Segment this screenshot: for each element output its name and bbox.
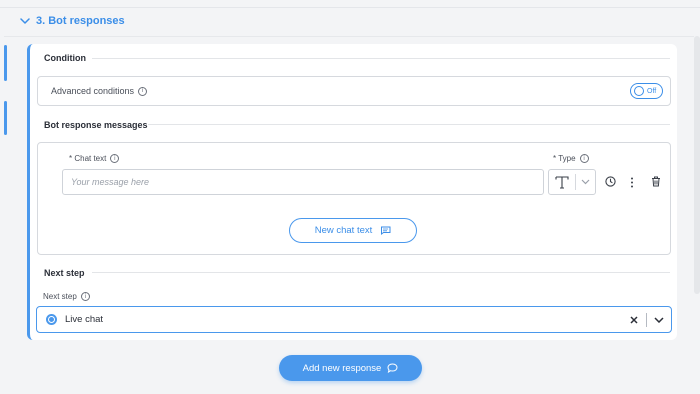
condition-heading: Condition	[44, 53, 86, 63]
info-icon[interactable]: i	[579, 154, 589, 163]
more-options-icon[interactable]	[630, 177, 634, 188]
clock-icon[interactable]	[605, 176, 616, 187]
chevron-down-icon	[576, 179, 595, 185]
info-icon[interactable]: i	[80, 292, 90, 301]
nav-indicator	[4, 45, 7, 81]
chat-text-input[interactable]	[62, 169, 544, 195]
new-chat-text-button[interactable]: New chat text	[289, 218, 417, 243]
advanced-conditions-toggle[interactable]: Off	[630, 83, 663, 99]
text-type-icon	[549, 175, 575, 189]
add-new-response-button[interactable]: Add new response	[279, 355, 422, 381]
chevron-down-icon	[20, 18, 30, 24]
toggle-knob	[634, 86, 644, 96]
bot-response-card: Condition Advanced conditions i Off Bot …	[27, 44, 677, 340]
clear-icon[interactable]	[626, 315, 642, 324]
scrollbar[interactable]	[694, 36, 700, 294]
section-toggle-bot-responses[interactable]: 3. Bot responses	[20, 13, 125, 29]
chat-bubble-icon	[387, 363, 398, 373]
divider	[92, 58, 670, 59]
message-type-select[interactable]	[548, 169, 596, 195]
nav-indicator	[4, 101, 7, 135]
header-divider	[4, 36, 694, 37]
next-step-label: Next step i	[43, 292, 90, 301]
chat-text-label: * Chat text i	[69, 154, 120, 163]
info-icon[interactable]: i	[138, 86, 148, 96]
next-step-select[interactable]: Live chat	[36, 306, 672, 333]
advanced-conditions-label: Advanced conditions i	[51, 86, 148, 96]
chevron-down-icon[interactable]	[651, 316, 667, 323]
trash-icon[interactable]	[651, 176, 661, 187]
chat-bubble-icon	[381, 226, 391, 235]
next-step-heading: Next step	[44, 268, 85, 278]
advanced-conditions-row: Advanced conditions i Off	[37, 76, 671, 106]
top-divider	[0, 7, 700, 8]
section-title: 3. Bot responses	[36, 15, 125, 27]
chat-message-box: * Chat text i * Type i Your message here…	[37, 142, 671, 255]
toggle-label: Off	[647, 87, 657, 95]
divider	[148, 124, 670, 125]
live-chat-icon	[46, 314, 57, 325]
next-step-value: Live chat	[65, 314, 104, 325]
divider	[92, 272, 670, 273]
type-label: * Type i	[553, 154, 589, 163]
messages-heading: Bot response messages	[44, 120, 148, 130]
info-icon[interactable]: i	[110, 154, 120, 163]
